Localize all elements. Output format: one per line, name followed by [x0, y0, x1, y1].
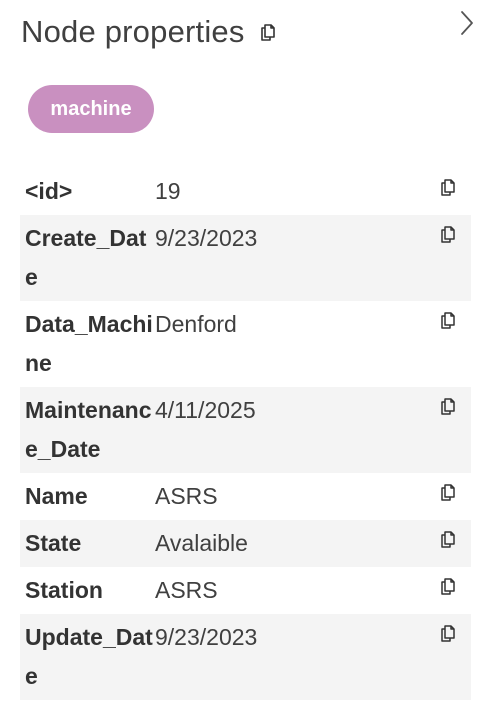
property-value: 4/11/2025 — [155, 397, 256, 423]
property-value: Avalaible — [155, 530, 248, 556]
copy-icon[interactable] — [437, 622, 459, 644]
property-value: Denford — [155, 311, 237, 337]
copy-icon[interactable] — [437, 395, 459, 417]
copy-icon[interactable] — [437, 223, 459, 245]
label-badge[interactable]: machine — [28, 85, 154, 133]
copy-icon[interactable] — [437, 575, 459, 597]
property-value: ASRS — [155, 577, 218, 603]
property-row: Update_Date 9/23/2023 — [20, 614, 471, 700]
copy-icon[interactable] — [437, 481, 459, 503]
property-key: Station — [25, 577, 103, 603]
panel-title: Node properties — [21, 14, 245, 49]
node-properties-panel: Node properties machine <id> 19 Create_D… — [0, 0, 496, 708]
property-row: Name ASRS — [20, 473, 471, 520]
copy-icon[interactable] — [437, 309, 459, 331]
property-value: ASRS — [155, 483, 218, 509]
copy-icon[interactable] — [257, 21, 279, 43]
property-value: 19 — [155, 178, 181, 204]
property-key: Update_Date — [25, 624, 153, 689]
property-row: Create_Date 9/23/2023 — [20, 215, 471, 301]
property-row: Station ASRS — [20, 567, 471, 614]
property-key: Data_Machine — [25, 311, 153, 376]
property-row: <id> 19 — [20, 168, 471, 215]
property-key: State — [25, 530, 82, 556]
property-key: <id> — [25, 178, 73, 204]
property-value: 9/23/2023 — [155, 624, 258, 650]
copy-icon[interactable] — [437, 176, 459, 198]
property-row: Data_Machine Denford — [20, 301, 471, 387]
panel-header: Node properties — [21, 14, 279, 50]
property-key: Maintenance_Date — [25, 397, 152, 462]
chevron-right-icon[interactable] — [452, 8, 482, 38]
copy-icon[interactable] — [437, 528, 459, 550]
property-row: Maintenance_Date 4/11/2025 — [20, 387, 471, 473]
property-row: State Avalaible — [20, 520, 471, 567]
property-value: 9/23/2023 — [155, 225, 258, 251]
property-key: Name — [25, 483, 88, 509]
properties-table: <id> 19 Create_Date 9/23/2023 Data_Machi… — [20, 168, 471, 700]
property-key: Create_Date — [25, 225, 147, 290]
